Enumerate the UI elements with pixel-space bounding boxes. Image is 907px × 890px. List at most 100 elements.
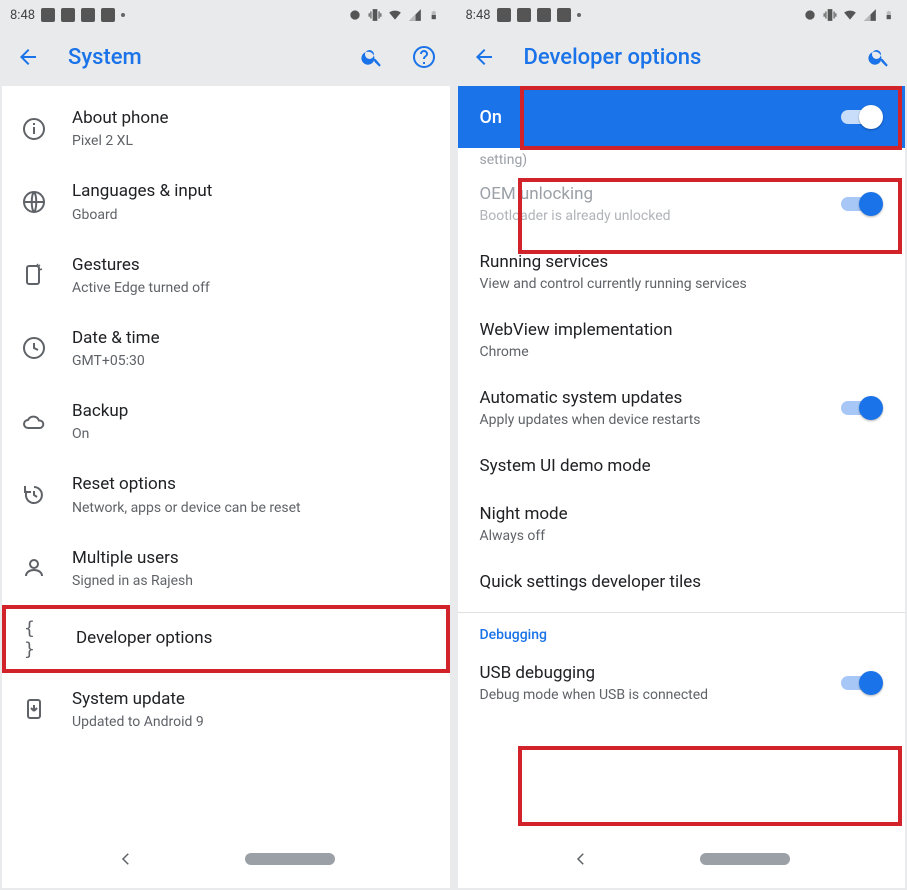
auto-update-toggle[interactable] [841,396,883,420]
item-backup[interactable]: Backup On [2,385,450,458]
system-list: About phone Pixel 2 XL Languages & input… [2,86,450,752]
item-oem-unlocking[interactable]: OEM unlocking Bootloader is already unlo… [458,170,906,238]
battery-icon [883,8,897,22]
item-title: Multiple users [72,548,432,569]
item-subtitle: Signed in as Rajesh [72,573,432,589]
usb-debug-toggle[interactable] [841,671,883,695]
notif-icon [517,8,531,22]
item-title: Automatic system updates [480,388,828,408]
item-subtitle: Apply updates when device restarts [480,412,828,428]
status-bar: 8:48 [458,2,906,28]
item-subtitle: GMT+05:30 [72,353,432,369]
item-system-update[interactable]: System update Updated to Android 9 [2,673,450,746]
item-subtitle: Network, apps or device can be reset [72,500,432,516]
item-running-services[interactable]: Running services View and control curren… [458,238,906,306]
item-multiple-users[interactable]: Multiple users Signed in as Rajesh [2,532,450,605]
notif-icon [101,8,115,22]
nav-home-pill[interactable] [700,853,790,865]
item-quick-settings-tiles[interactable]: Quick settings developer tiles [458,558,906,606]
item-languages[interactable]: Languages & input Gboard [2,165,450,238]
item-title: USB debugging [480,663,828,683]
globe-icon [20,188,48,216]
item-subtitle: On [72,426,432,442]
oem-toggle[interactable] [841,192,883,216]
notif-icon [81,8,95,22]
header-developer-options: Developer options [458,28,906,86]
item-subtitle: View and control currently running servi… [480,276,884,292]
item-subtitle: Pixel 2 XL [72,133,432,149]
notif-icon [497,8,511,22]
help-icon[interactable] [412,45,436,69]
item-title: Backup [72,401,432,422]
nav-back-icon[interactable] [117,850,135,868]
notif-icon [41,8,55,22]
item-subtitle: Always off [480,528,884,544]
back-icon[interactable] [16,45,40,69]
item-title: Date & time [72,328,432,349]
section-debugging: Debugging [458,612,906,649]
item-title: Running services [480,252,884,272]
item-demo-mode[interactable]: System UI demo mode [458,442,906,490]
braces-icon: { } [24,625,52,653]
highlight-usb [518,746,902,826]
nav-home-pill[interactable] [245,853,335,865]
navigation-bar [2,830,450,888]
restore-icon [20,481,48,509]
cloud-icon [20,408,48,436]
signal-icon [863,8,877,22]
item-title: Gestures [72,255,432,276]
vibrate-icon [368,8,382,22]
signal-icon [408,8,422,22]
more-notif-icon [577,13,581,17]
item-subtitle: Gboard [72,207,432,223]
item-title: About phone [72,108,432,129]
item-about-phone[interactable]: About phone Pixel 2 XL [2,92,450,165]
notif-icon [61,8,75,22]
status-time: 8:48 [466,8,491,23]
item-reset[interactable]: Reset options Network, apps or device ca… [2,458,450,531]
page-title: System [68,45,342,70]
item-subtitle: Chrome [480,344,884,360]
status-time: 8:48 [10,8,35,23]
clipped-text: setting) [458,152,906,168]
page-title: Developer options [524,45,850,70]
navigation-bar [458,830,906,888]
alarm-icon [348,8,362,22]
search-icon[interactable] [360,45,384,69]
nav-back-icon[interactable] [572,850,590,868]
battery-icon [428,8,442,22]
master-toggle-label: On [480,107,502,128]
more-notif-icon [121,13,125,17]
wifi-icon [843,8,857,22]
item-title: Developer options [76,628,428,649]
notif-icon [537,8,551,22]
header-system: System [2,28,450,86]
item-title: Quick settings developer tiles [480,572,884,592]
info-icon [20,115,48,143]
clock-icon [20,334,48,362]
item-title: WebView implementation [480,320,884,340]
search-icon[interactable] [867,45,891,69]
status-bar: 8:48 [2,2,450,28]
item-title: System UI demo mode [480,456,884,476]
item-auto-updates[interactable]: Automatic system updates Apply updates w… [458,374,906,442]
item-subtitle: Bootloader is already unlocked [480,208,828,224]
notif-icon [557,8,571,22]
item-usb-debugging[interactable]: USB debugging Debug mode when USB is con… [458,649,906,717]
phone-left-system: 8:48 Sy [2,2,450,888]
back-icon[interactable] [472,45,496,69]
item-gestures[interactable]: Gestures Active Edge turned off [2,239,450,312]
wifi-icon [388,8,402,22]
item-night-mode[interactable]: Night mode Always off [458,490,906,558]
item-developer-options[interactable]: { } Developer options [2,605,450,673]
master-toggle-bar[interactable]: On [458,86,906,148]
item-title: System update [72,689,432,710]
master-toggle[interactable] [841,105,883,129]
person-icon [20,554,48,582]
gesture-icon [20,261,48,289]
item-webview[interactable]: WebView implementation Chrome [458,306,906,374]
item-title: Night mode [480,504,884,524]
item-title: Languages & input [72,181,432,202]
item-subtitle: Active Edge turned off [72,280,432,296]
item-date-time[interactable]: Date & time GMT+05:30 [2,312,450,385]
